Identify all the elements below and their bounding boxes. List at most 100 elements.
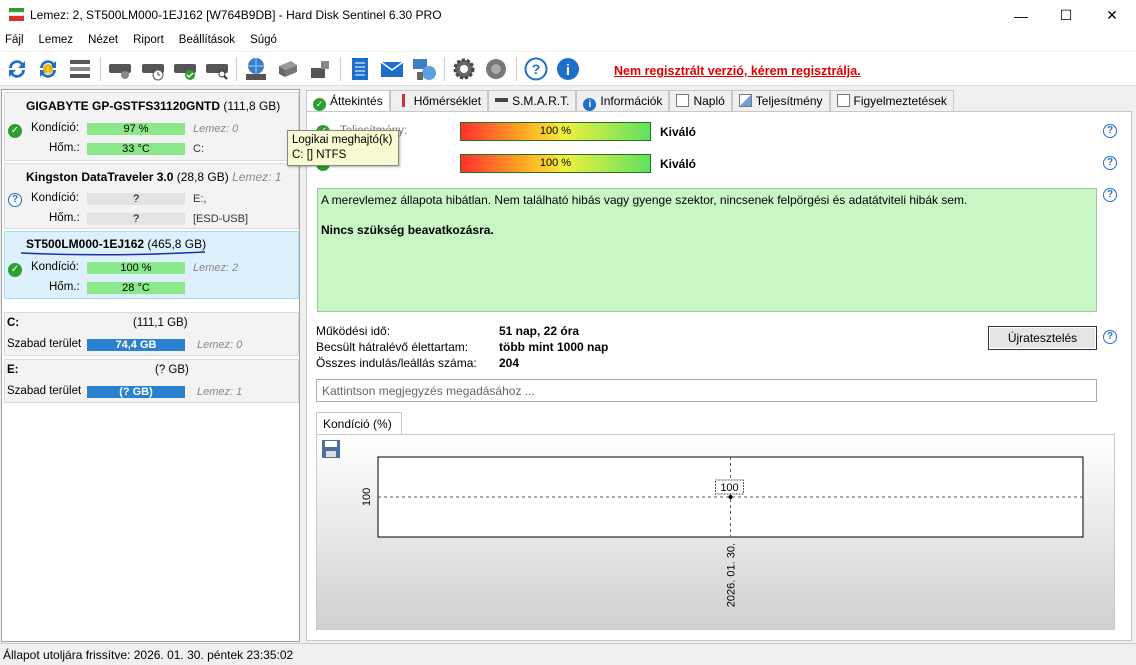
free-space-bar: 74,4 GB (87, 339, 185, 351)
menu-help[interactable]: Súgó (245, 31, 277, 51)
status-box: A merevlemez állapota hibátlan. Nem talá… (317, 188, 1097, 312)
volume-item-e[interactable]: E: (? GB) Szabad terület (? GB) Lemez: 1 (4, 359, 299, 403)
note-input[interactable]: Kattintson megjegyzés megadásához ... (316, 379, 1097, 402)
network-disk-icon[interactable] (243, 56, 269, 82)
data-point (728, 495, 733, 499)
menu-report[interactable]: Riport (128, 31, 164, 51)
drive-icon[interactable] (275, 56, 301, 82)
unregistered-link[interactable]: Nem regisztrált verzió, kérem regisztrál… (614, 64, 861, 78)
refresh-warning-icon[interactable]: ! (35, 56, 61, 82)
disk-scan-icon[interactable] (107, 56, 133, 82)
retest-button[interactable]: Újratesztelés (988, 326, 1097, 350)
help-icon[interactable]: ? (1103, 124, 1117, 138)
document-icon (676, 94, 690, 107)
menu-file[interactable]: Fájl (0, 31, 24, 51)
refresh-icon[interactable] (4, 56, 30, 82)
minimize-button[interactable]: — (998, 0, 1044, 31)
lifetime-label: Becsült hátralévő élettartam: (316, 340, 469, 354)
health-chart: 100 2026. 01. 30. 100 (316, 434, 1115, 630)
tab-temperature[interactable]: Hőmérséklet (389, 90, 489, 112)
help-icon[interactable]: ? (1103, 156, 1117, 170)
temp-bar: 33 °C (87, 143, 185, 155)
health-label: Kondíció: (31, 261, 79, 273)
chart-svg: 100 2026. 01. 30. 100 (361, 456, 1084, 607)
temp-bar: ? (87, 213, 185, 225)
tooltip-line2: C: [] NTFS (292, 149, 347, 161)
uptime-value: 51 nap, 22 óra (499, 324, 580, 338)
menu-bar: Fájl Lemez Nézet Riport Beállítások Súgó (0, 31, 1136, 51)
thermometer-icon (396, 94, 410, 107)
volume-letter: C: (7, 317, 20, 329)
help-icon[interactable]: ? (1103, 188, 1117, 202)
svg-text:!: ! (47, 65, 50, 75)
uptime-label: Működési idő: (316, 324, 391, 338)
disk-item-st500[interactable]: ST500LM000-1EJ162 (465,8 GB) ✓ Kondíció:… (4, 231, 299, 299)
chart-tab[interactable]: Kondíció (%) (316, 412, 402, 435)
tab-alerts[interactable]: Figyelmeztetések (829, 90, 954, 112)
disk-search-icon[interactable] (204, 56, 230, 82)
tab-smart[interactable]: S.M.A.R.T. (488, 90, 577, 112)
disk-name: GIGABYTE GP-GSTFS31120GNTD (111,8 GB) (26, 99, 281, 113)
tab-log[interactable]: Napló (669, 90, 732, 112)
disk-name: ST500LM000-1EJ162 (465,8 GB) (26, 237, 207, 251)
y-tick-label: 100 (361, 488, 373, 506)
report-icon[interactable] (347, 56, 373, 82)
temp-label: Hőm.: (49, 142, 80, 154)
drive-letter: C: (193, 143, 204, 155)
menu-settings[interactable]: Beállítások (174, 31, 235, 51)
underline-annotation (20, 251, 206, 256)
maximize-button[interactable]: ☐ (1043, 0, 1089, 31)
data-label: 100 (720, 482, 738, 494)
status-ok-icon: ✓ (8, 124, 22, 138)
help-icon[interactable]: ? (523, 56, 549, 82)
disk-item-gigabyte[interactable]: GIGABYTE GP-GSTFS31120GNTD (111,8 GB) ✓ … (4, 92, 299, 161)
tab-information[interactable]: i Információk (576, 90, 670, 112)
starts-value: 204 (499, 356, 520, 370)
settings-icon[interactable] (451, 56, 477, 82)
lifetime-value: több mint 1000 nap (499, 340, 609, 354)
disk-list-pane: GIGABYTE GP-GSTFS31120GNTD (111,8 GB) ✓ … (1, 89, 300, 642)
disk-icon (495, 98, 509, 102)
help-icon[interactable]: ? (1103, 330, 1117, 344)
disk-check-icon[interactable] (172, 56, 198, 82)
disk-list-icon[interactable] (67, 56, 93, 82)
app-icon (9, 8, 24, 21)
svg-text:?: ? (532, 61, 541, 77)
menu-view[interactable]: Nézet (83, 31, 118, 51)
performance-gauge: 100 % (460, 122, 651, 141)
usb-drive-icon[interactable] (307, 56, 333, 82)
close-button[interactable]: ✕ (1089, 0, 1135, 31)
status-action: Nincs szükség beavatkozásra. (321, 223, 494, 237)
disk-index: Lemez: 2 (193, 262, 239, 274)
health-label: Kondíció: (31, 122, 79, 134)
volume-letter: E: (7, 364, 19, 376)
window-title: Lemez: 2, ST500LM000-1EJ162 [W764B9DB] -… (30, 8, 442, 22)
volume-item-c[interactable]: C: (111,1 GB) Szabad terület 74,4 GB Lem… (4, 312, 299, 356)
sound-icon[interactable] (483, 56, 509, 82)
health-label: Kondíció: (31, 192, 79, 204)
x-tick-label: 2026. 01. 30. (726, 543, 738, 607)
performance-rating: Kiváló (660, 125, 697, 139)
tab-overview[interactable]: ✓ Áttekintés (306, 90, 390, 113)
info-icon[interactable]: i (555, 56, 581, 82)
tab-performance[interactable]: Teljesítmény (731, 90, 830, 112)
email-icon[interactable] (379, 56, 405, 82)
health-bar: 97 % (87, 123, 185, 135)
toolbar: ! ? i Nem regisztrált verzió, kérem regi… (0, 52, 1136, 86)
health-rating: Kiváló (660, 157, 697, 171)
disk-clock-icon[interactable] (140, 56, 166, 82)
disk-item-kingston[interactable]: Kingston DataTraveler 3.0 (28,8 GB) Leme… (4, 163, 299, 229)
title-bar: Lemez: 2, ST500LM000-1EJ162 [W764B9DB] -… (0, 0, 1136, 31)
status-ok-icon: ✓ (8, 263, 22, 277)
tab-strip: ✓ Áttekintés Hőmérséklet S.M.A.R.T. i Info… (306, 90, 954, 113)
health-bar: 100 % (87, 262, 185, 274)
page-icon (836, 94, 850, 107)
svg-text:i: i (566, 62, 570, 79)
menu-disk[interactable]: Lemez (34, 31, 74, 51)
volume-label: [ESD-USB] (193, 213, 249, 225)
network-icon[interactable] (411, 56, 437, 82)
free-space-label: Szabad terület (7, 385, 82, 397)
temp-label: Hőm.: (49, 281, 80, 293)
tooltip: Logikai meghajtó(k) C: [] NTFS (287, 130, 399, 166)
disk-name: Kingston DataTraveler 3.0 (28,8 GB) Leme… (26, 170, 282, 184)
